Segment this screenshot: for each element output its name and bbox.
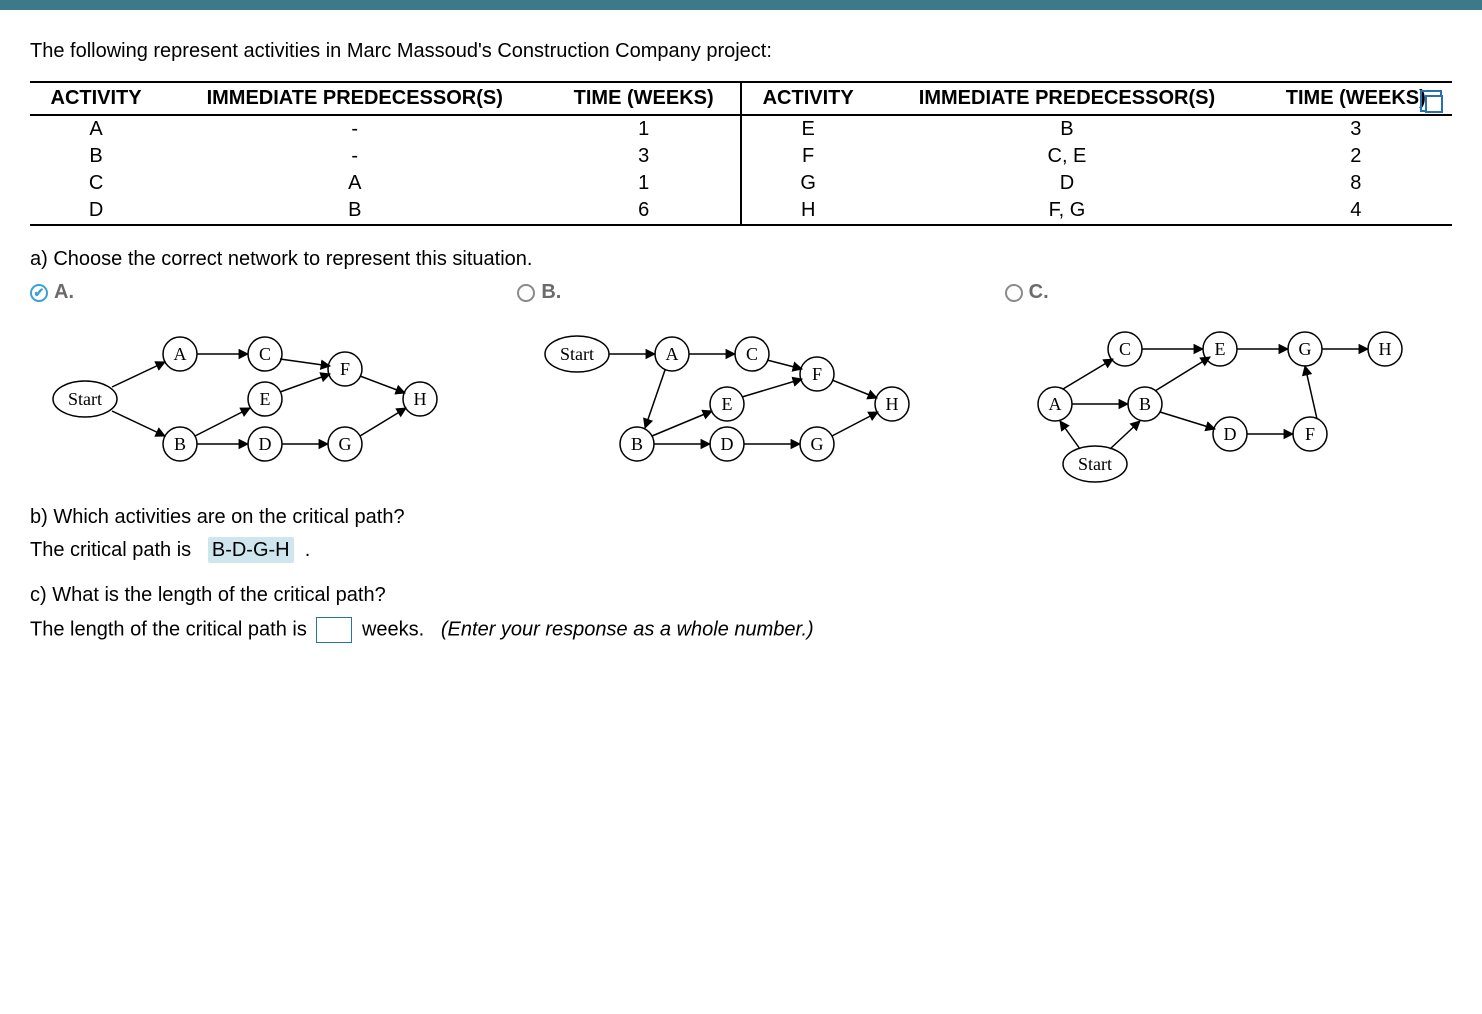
option-c[interactable]: C. Start A B C D E F G H [1005, 281, 1452, 484]
svg-text:B: B [631, 434, 643, 454]
svg-text:B: B [174, 434, 186, 454]
svg-text:F: F [812, 364, 822, 384]
th-activity-l: ACTIVITY [30, 83, 162, 114]
svg-text:E: E [722, 394, 733, 414]
radio-b[interactable] [517, 284, 535, 302]
part-c-prompt: c) What is the length of the critical pa… [30, 584, 1452, 607]
part-a-prompt: a) Choose the correct network to represe… [30, 248, 1452, 271]
th-time-l: TIME (WEEKS) [547, 83, 741, 114]
svg-text:Start: Start [560, 344, 594, 364]
intro-text: The following represent activities in Ma… [30, 40, 1452, 63]
option-row: A. Start A B C E D F G H [30, 281, 1452, 484]
svg-text:H: H [414, 389, 427, 409]
svg-text:A: A [174, 344, 187, 364]
part-b-lead: The critical path is [30, 539, 191, 561]
svg-text:G: G [1298, 339, 1311, 359]
part-c-lead: The length of the critical path is [30, 618, 307, 640]
svg-text:A: A [666, 344, 679, 364]
diagram-a: Start A B C E D F G H [30, 314, 450, 484]
svg-text:H: H [886, 394, 899, 414]
table-row: B-3 FC, E2 [30, 143, 1452, 170]
diagram-c: Start A B C D E F G H [1005, 314, 1425, 484]
svg-text:C: C [746, 344, 758, 364]
svg-text:F: F [340, 359, 350, 379]
svg-text:H: H [1378, 339, 1391, 359]
activity-table: ACTIVITY IMMEDIATE PREDECESSOR(S) TIME (… [30, 83, 1452, 226]
diagram-b: Start A B C E D F G H [517, 314, 937, 484]
popout-icon[interactable] [1420, 90, 1442, 112]
part-b-tail: . [305, 539, 311, 561]
svg-text:Start: Start [68, 389, 102, 409]
svg-text:E: E [1214, 339, 1225, 359]
th-pred-r: IMMEDIATE PREDECESSOR(S) [874, 83, 1259, 114]
th-activity-r: ACTIVITY [741, 83, 874, 114]
option-a[interactable]: A. Start A B C E D F G H [30, 281, 477, 484]
svg-text:B: B [1139, 394, 1151, 414]
table-row: CA1 GD8 [30, 170, 1452, 197]
svg-text:C: C [1119, 339, 1131, 359]
option-c-label: C. [1029, 281, 1049, 304]
svg-text:E: E [260, 389, 271, 409]
svg-text:A: A [1048, 394, 1061, 414]
svg-text:G: G [811, 434, 824, 454]
svg-text:D: D [721, 434, 734, 454]
part-c-answer-line: The length of the critical path is weeks… [30, 617, 1452, 643]
table-row: DB6 HF, G4 [30, 197, 1452, 224]
part-c-unit: weeks. [362, 618, 424, 640]
svg-text:G: G [339, 434, 352, 454]
svg-text:Start: Start [1078, 454, 1112, 474]
svg-text:D: D [259, 434, 272, 454]
question-body: The following represent activities in Ma… [0, 10, 1482, 683]
app-top-bar [0, 0, 1482, 10]
svg-text:D: D [1223, 424, 1236, 444]
radio-a[interactable] [30, 284, 48, 302]
svg-text:C: C [259, 344, 271, 364]
table-row: A-1 EB3 [30, 116, 1452, 143]
th-pred-l: IMMEDIATE PREDECESSOR(S) [162, 83, 547, 114]
part-b-answer-line: The critical path is B-D-G-H . [30, 539, 1452, 562]
option-a-label: A. [54, 281, 74, 304]
part-b-answer[interactable]: B-D-G-H [208, 537, 294, 563]
part-c-input[interactable] [316, 617, 352, 643]
option-b-label: B. [541, 281, 561, 304]
svg-text:F: F [1305, 424, 1315, 444]
option-b[interactable]: B. Start A B C E D F G H [517, 281, 964, 484]
part-b-prompt: b) Which activities are on the critical … [30, 506, 1452, 529]
part-c-hint: (Enter your response as a whole number.) [441, 618, 814, 640]
radio-c[interactable] [1005, 284, 1023, 302]
